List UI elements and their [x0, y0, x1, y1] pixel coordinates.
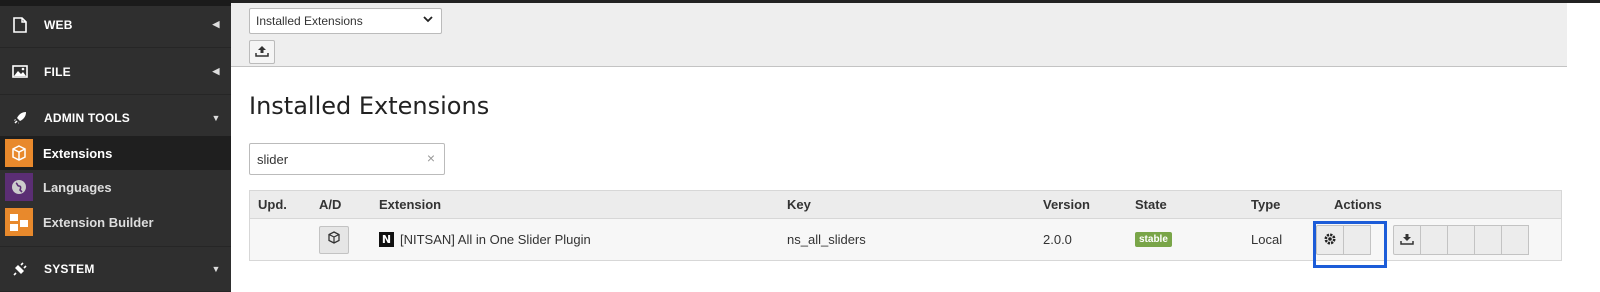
- col-header-key: Key: [787, 197, 811, 212]
- extension-toggle-icon: [327, 231, 341, 248]
- col-header-actions: Actions: [1334, 197, 1382, 212]
- upload-extension-button[interactable]: [249, 40, 275, 64]
- app-root: WEB ◀ FILE ◀ ADMIN TOOLS ▼ Extensions La…: [0, 0, 1600, 292]
- sidebar-item-extensions[interactable]: Extensions: [0, 136, 231, 170]
- extension-version: 2.0.0: [1043, 232, 1072, 247]
- empty-action-slot: [1420, 225, 1448, 255]
- actions-group-secondary: [1393, 225, 1529, 255]
- main-content: Installed Extensions Installed Extension…: [231, 0, 1600, 292]
- state-cell: stable: [1135, 219, 1172, 260]
- col-header-state: State: [1135, 197, 1167, 212]
- module-sidebar: WEB ◀ FILE ◀ ADMIN TOOLS ▼ Extensions La…: [0, 0, 231, 292]
- extension-title[interactable]: [NITSAN] All in One Slider Plugin: [400, 232, 591, 247]
- image-icon: [0, 65, 40, 78]
- extension-type: Local: [1251, 232, 1283, 247]
- configure-highlight-box: [1313, 221, 1387, 268]
- chevron-down-icon: [423, 15, 433, 26]
- globe-icon: [5, 173, 33, 201]
- sidebar-group-label: WEB: [44, 17, 73, 32]
- col-header-type: Type: [1251, 197, 1281, 212]
- nitsan-logo: N: [379, 232, 394, 247]
- sidebar-group-system[interactable]: SYSTEM ▼: [0, 246, 231, 292]
- collapse-caret-icon: ◀: [212, 66, 220, 76]
- deactivate-button[interactable]: [319, 225, 349, 254]
- clear-search-icon[interactable]: ×: [427, 150, 435, 166]
- sidebar-group-label: FILE: [44, 64, 71, 79]
- download-button[interactable]: [1393, 225, 1421, 255]
- collapse-caret-icon: ◀: [212, 19, 220, 29]
- view-select-value: Installed Extensions: [256, 14, 363, 28]
- rocket-icon: [0, 110, 40, 126]
- search-input[interactable]: slider ×: [249, 143, 445, 175]
- col-header-version: Version: [1043, 197, 1090, 212]
- sidebar-group-label: SYSTEM: [44, 262, 95, 276]
- sidebar-group-file[interactable]: FILE ◀: [0, 49, 231, 95]
- search-value: slider: [257, 151, 289, 167]
- empty-action-slot: [1447, 225, 1475, 255]
- scrollbar-track[interactable]: [1567, 3, 1600, 292]
- sidebar-item-languages[interactable]: Languages: [0, 170, 231, 204]
- page-title: Installed Extensions: [249, 92, 490, 120]
- table-header: Upd. A/D Extension Key Version State Typ…: [249, 190, 1562, 219]
- page-icon: [0, 16, 40, 33]
- sidebar-item-extension-builder[interactable]: Extension Builder: [0, 205, 231, 239]
- activate-deactivate-cell: [319, 219, 349, 260]
- sidebar-item-label: Languages: [43, 179, 112, 195]
- expand-caret-icon: ▼: [211, 264, 221, 274]
- upload-icon: [255, 45, 269, 60]
- extension-key: ns_all_sliders: [787, 232, 866, 247]
- extension-name-cell: N [NITSAN] All in One Slider Plugin: [379, 219, 591, 260]
- col-header-ad: A/D: [319, 197, 342, 212]
- empty-action-slot: [1474, 225, 1502, 255]
- docheader-toolbar: Installed Extensions: [231, 3, 1567, 67]
- empty-action-slot: [1501, 225, 1529, 255]
- sidebar-group-web[interactable]: WEB ◀: [0, 2, 231, 48]
- sidebar-item-label: Extension Builder: [43, 214, 154, 230]
- download-icon: [1400, 233, 1414, 248]
- builder-icon: [5, 208, 33, 236]
- plug-icon: [0, 261, 40, 277]
- sidebar-group-label: ADMIN TOOLS: [44, 110, 130, 125]
- state-badge: stable: [1135, 232, 1172, 247]
- expand-caret-icon: ▼: [211, 112, 221, 123]
- col-header-extension: Extension: [379, 197, 442, 212]
- cube-icon: [5, 139, 33, 167]
- view-select[interactable]: Installed Extensions: [249, 8, 442, 34]
- col-header-upd: Upd.: [258, 197, 287, 212]
- sidebar-item-label: Extensions: [43, 145, 113, 161]
- sidebar-group-admin-tools[interactable]: ADMIN TOOLS ▼: [0, 95, 231, 141]
